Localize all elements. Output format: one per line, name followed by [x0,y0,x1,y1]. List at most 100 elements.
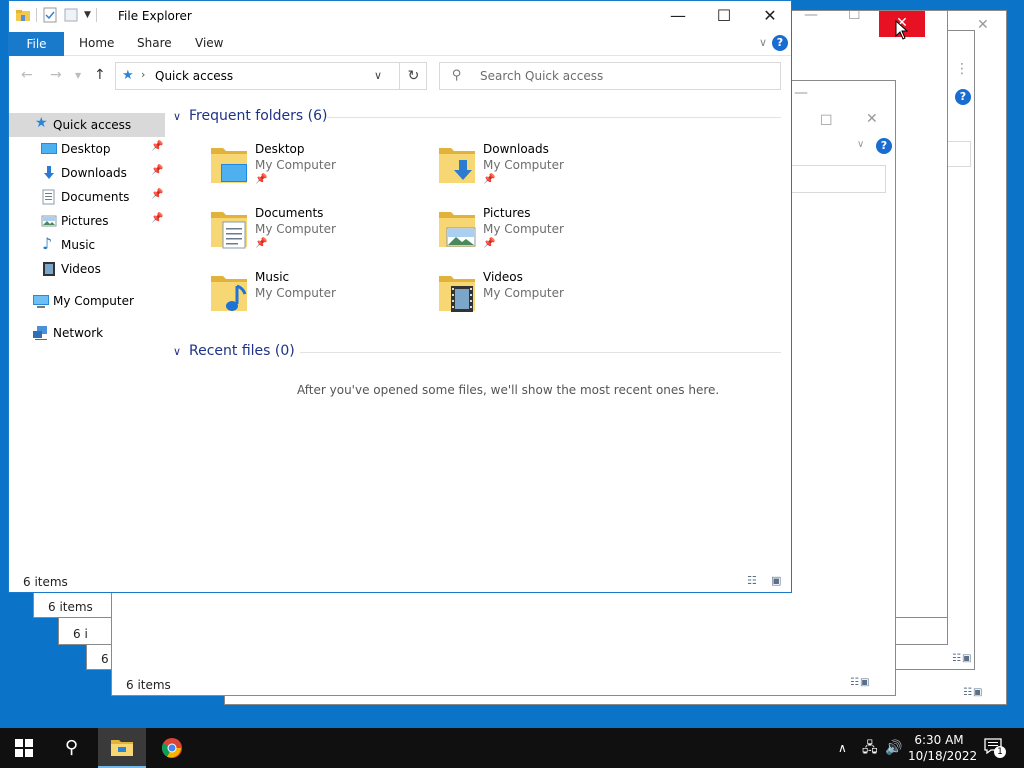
folder-tile-music[interactable]: Music My Computer [209,270,429,326]
file-explorer-window[interactable]: ▼ File Explorer — ☐ ✕ File Home Share Vi… [8,0,792,593]
notification-count-badge: 1 [994,746,1006,758]
details-view-icon[interactable]: ☷ [747,574,757,587]
tab-home[interactable]: Home [79,36,114,50]
folder-tile-videos[interactable]: Videos My Computer [437,270,657,326]
chevron-down-icon[interactable]: ∨ [857,139,864,150]
sidebar-item-downloads[interactable]: Downloads 📌 [9,161,165,185]
pin-icon[interactable]: 📌 [151,189,163,200]
chevron-down-icon[interactable]: ∨ [173,345,183,358]
recent-files-header[interactable]: ∨ Recent files (0) [173,343,295,359]
videos-folder-icon [43,262,55,276]
volume-icon[interactable]: 🔊 [885,728,902,768]
forward-button[interactable]: → [50,67,62,83]
view-toggle-icons[interactable]: ☷▣ [850,677,870,688]
videos-folder-icon [439,276,475,312]
chevron-right-icon[interactable]: › [141,68,145,81]
folder-tile-pictures[interactable]: Pictures My Computer 📌 [437,206,657,262]
network-status-icon[interactable]: 🖧 [862,728,878,768]
new-folder-icon[interactable] [63,7,79,23]
tab-share[interactable]: Share [137,36,172,50]
sidebar-item-music[interactable]: ♪ Music [9,233,165,257]
more-icon[interactable]: ⋮ [955,61,969,77]
status-count: 6 items [126,678,171,692]
folder-tile-downloads[interactable]: Downloads My Computer 📌 [437,142,657,198]
view-toggle-icons[interactable]: ☷▣ [963,687,983,698]
ribbon-tabs: File Home Share View ∨ ? [9,32,791,56]
pin-icon[interactable]: 📌 [151,165,163,176]
expand-ribbon-icon[interactable]: ∨ [759,36,767,49]
folder-location: My Computer [483,286,564,300]
group-title: Frequent folders (6) [189,108,328,124]
status-item-count: 6 items [23,575,68,589]
maximize-icon[interactable]: ☐ [848,11,861,23]
clock[interactable]: 6:30 AM 10/18/2022 [908,732,977,764]
taskbar-file-explorer[interactable] [98,728,146,768]
close-icon[interactable]: ✕ [866,111,878,127]
start-button[interactable] [0,728,48,768]
refresh-button[interactable]: ↻ [399,63,427,89]
search-button[interactable]: ⚲ [48,728,96,768]
pin-icon[interactable]: 📌 [151,213,163,224]
mouse-cursor-icon [895,20,909,40]
view-toggle-icons[interactable]: ☷▣ [952,653,972,664]
title-bar[interactable]: ▼ File Explorer — ☐ ✕ [9,1,791,31]
folder-location: My Computer [483,158,564,172]
back-button[interactable]: ← [21,67,33,83]
notifications-button[interactable]: 1 [984,738,1006,758]
maximize-button[interactable]: ☐ [701,1,747,31]
desktop-folder-icon [211,148,247,183]
downloads-folder-icon [439,148,475,183]
windows-logo-icon [15,739,33,757]
tab-view[interactable]: View [195,36,223,50]
search-box-fragment[interactable] [782,165,886,193]
recent-locations-icon[interactable]: ▼ [75,71,81,80]
group-title: Recent files (0) [189,343,295,359]
folder-location: My Computer [255,158,336,172]
customize-toolbar-icon[interactable]: ▼ [84,10,91,20]
address-bar[interactable]: ★ › Quick access ∨ ↻ [115,62,427,90]
frequent-folders-header[interactable]: ∨ Frequent folders (6) [173,108,328,124]
minimize-button[interactable]: — [655,1,701,31]
sidebar-item-network[interactable]: Network [9,321,165,345]
minimize-icon[interactable]: — [804,11,818,23]
maximize-icon[interactable]: ☐ [820,113,833,129]
properties-icon[interactable] [42,7,58,23]
folder-name: Pictures [483,206,531,220]
sidebar-item-desktop[interactable]: Desktop 📌 [9,137,165,161]
group-divider [300,352,781,353]
large-icons-view-icon[interactable]: ▣ [771,574,781,587]
taskbar-chrome[interactable] [148,728,196,768]
search-box-fragment[interactable] [947,141,971,167]
close-button[interactable]: ✕ [747,1,793,31]
sidebar-item-my-computer[interactable]: My Computer [9,289,165,313]
chevron-down-icon[interactable]: ∨ [374,69,382,82]
sidebar-item-pictures[interactable]: Pictures 📌 [9,209,165,233]
show-hidden-icons[interactable]: ∧ [838,728,847,768]
tab-file[interactable]: File [9,32,64,56]
folder-tile-documents[interactable]: Documents My Computer 📌 [209,206,429,262]
desktop: ☐ ✕ ☷▣ ✕ ⋮ ? ☷▣ 6 i — ☐ ✕ ∨ ? ☷▣ 6 i — ☐… [0,0,1024,728]
pin-icon[interactable]: 📌 [151,141,163,152]
search-placeholder: Search Quick access [480,69,604,83]
sidebar-item-quick-access[interactable]: ★ Quick access [9,113,165,137]
up-button[interactable]: ↑ [94,67,106,83]
help-icon[interactable]: ? [772,35,788,51]
sidebar-item-label: Documents [61,190,130,204]
sidebar-item-documents[interactable]: Documents 📌 [9,185,165,209]
group-divider [327,117,781,118]
status-count: 6 items [48,600,93,614]
address-location[interactable]: Quick access [155,69,233,83]
chevron-down-icon[interactable]: ∨ [173,110,183,123]
help-icon[interactable]: ? [876,138,892,154]
folder-location: My Computer [255,286,336,300]
close-icon[interactable]: ✕ [977,17,989,33]
star-icon: ★ [122,68,134,83]
minimize-icon[interactable]: — [794,85,808,101]
sidebar-item-videos[interactable]: Videos [9,257,165,281]
folder-tile-desktop[interactable]: Desktop My Computer 📌 [209,142,429,198]
help-icon[interactable]: ? [955,89,971,105]
search-input[interactable]: ⚲ Search Quick access [439,62,781,90]
folder-name: Music [255,270,290,284]
sidebar-item-label: Downloads [61,166,127,180]
network-icon [33,326,47,340]
